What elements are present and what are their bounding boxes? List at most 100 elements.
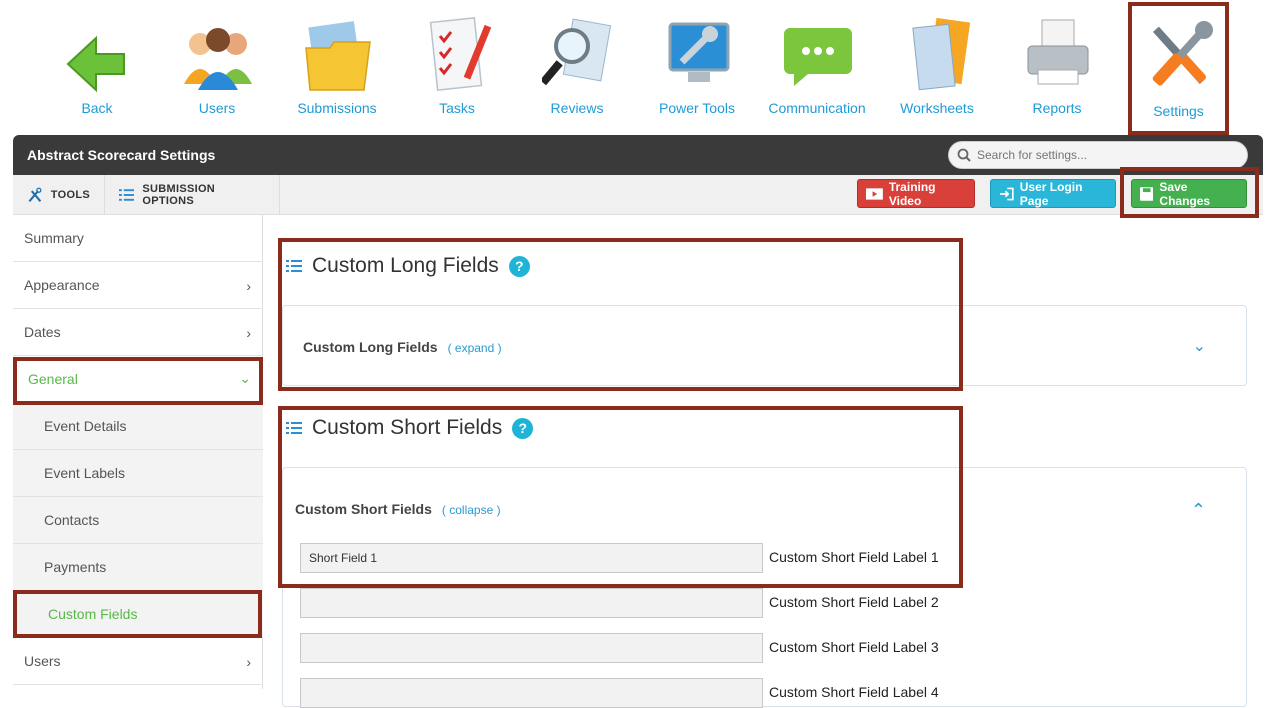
sidebar-item-label: Event Labels	[44, 465, 125, 481]
chat-bubble-icon	[784, 28, 852, 86]
short-field-label: Custom Short Field Label 4	[769, 684, 939, 700]
nav-power-tools[interactable]: Power Tools	[642, 10, 752, 125]
short-field-label: Custom Short Field Label 2	[769, 594, 939, 610]
sidebar-item-label: General	[28, 371, 78, 387]
sidebar-item-appearance[interactable]: Appearance ›	[13, 262, 263, 309]
main-content: Custom Long Fields ? Custom Long Fields (…	[264, 215, 1263, 708]
nav-worksheets[interactable]: Worksheets	[882, 10, 992, 125]
settings-search[interactable]	[948, 141, 1248, 169]
nav-label: Users	[198, 100, 236, 116]
folder-icon	[305, 21, 371, 91]
collapse-link[interactable]: ( collapse )	[442, 503, 501, 517]
training-video-label: Training Video	[888, 179, 936, 208]
help-icon[interactable]: ?	[508, 255, 530, 277]
short-fields-panel-header[interactable]: Custom Short Fields ( collapse )	[295, 501, 501, 517]
chevron-up-icon[interactable]: ⌃	[1191, 500, 1206, 521]
chevron-right-icon: ›	[246, 325, 251, 341]
short-field-input[interactable]	[300, 678, 763, 708]
sidebar-item-label: Event Details	[44, 418, 127, 434]
sidebar-item-users[interactable]: Users ›	[13, 638, 263, 685]
section-title-text: Custom Long Fields	[312, 254, 499, 277]
tools-label: TOOLS	[50, 188, 90, 201]
tools-icon	[1152, 21, 1213, 86]
top-nav: Back Users Submissions Tasks Reviews Pow…	[0, 0, 1273, 135]
short-field-label: Custom Short Field Label 1	[769, 549, 939, 565]
nav-settings[interactable]: Settings	[1128, 2, 1229, 135]
list-icon	[119, 188, 135, 201]
save-changes-button[interactable]: Save Changes	[1131, 179, 1247, 208]
tools-button[interactable]: TOOLS	[13, 175, 105, 214]
monitor-wrench-icon	[668, 22, 730, 82]
sidebar: Summary Appearance › Dates › General ⌄ Even…	[13, 215, 263, 689]
short-field-input[interactable]	[300, 588, 763, 618]
checklist-icon	[429, 17, 492, 91]
chevron-down-icon: ⌄	[239, 370, 251, 386]
users-icon	[184, 28, 252, 90]
nav-tasks[interactable]: Tasks	[402, 10, 512, 125]
printer-icon	[1027, 19, 1089, 85]
page-title: Abstract Scorecard Settings	[27, 147, 216, 163]
user-login-page-button[interactable]: User Login Page	[990, 179, 1116, 208]
short-fields-section-title: Custom Short Fields ?	[286, 416, 534, 440]
short-field-label: Custom Short Field Label 3	[769, 639, 939, 655]
long-fields-section-title: Custom Long Fields ?	[286, 254, 530, 278]
user-login-page-label: User Login Page	[1019, 179, 1083, 208]
sidebar-item-custom-fields[interactable]: Custom Fields	[13, 591, 263, 638]
panel-title: Custom Long Fields	[303, 339, 438, 355]
sidebar-item-payments[interactable]: Payments	[13, 544, 263, 591]
panel-title: Custom Short Fields	[295, 501, 432, 517]
sidebar-item-label: Payments	[44, 559, 107, 575]
nav-label: Reports	[1032, 100, 1082, 116]
short-field-input[interactable]	[300, 543, 763, 573]
sidebar-item-event-details[interactable]: Event Details	[13, 403, 263, 450]
sidebar-item-label: Custom Fields	[48, 606, 138, 622]
sidebar-item-label: Users	[24, 653, 61, 669]
nav-label: Reviews	[550, 100, 604, 116]
nav-reports[interactable]: Reports	[1002, 10, 1112, 125]
video-icon	[866, 187, 883, 200]
long-fields-panel-header[interactable]: Custom Long Fields ( expand )	[303, 339, 502, 355]
magnifier-icon	[542, 18, 612, 86]
list-icon	[286, 260, 302, 272]
nav-communication[interactable]: Communication	[762, 10, 872, 125]
sidebar-item-label: Appearance	[24, 277, 100, 293]
section-title-text: Custom Short Fields	[312, 416, 503, 439]
list-icon	[286, 422, 302, 434]
sidebar-item-event-labels[interactable]: Event Labels	[13, 450, 263, 497]
chevron-down-icon[interactable]: ⌄	[1193, 336, 1206, 356]
nav-label: Submissions	[297, 100, 377, 116]
nav-submissions[interactable]: Submissions	[282, 10, 392, 125]
sidebar-item-contacts[interactable]: Contacts	[13, 497, 263, 544]
nav-label: Settings	[1153, 103, 1204, 119]
long-fields-panel: Custom Long Fields ( expand ) ⌄	[282, 305, 1247, 386]
search-input[interactable]	[977, 146, 1237, 164]
short-fields-panel: Custom Short Fields ( collapse ) ⌃ Custom…	[282, 467, 1247, 708]
nav-label: Communication	[768, 100, 866, 116]
save-changes-label: Save Changes	[1159, 179, 1211, 208]
chevron-right-icon: ›	[246, 278, 251, 294]
short-field-input[interactable]	[300, 633, 763, 663]
sign-in-icon	[999, 187, 1014, 200]
training-video-button[interactable]: Training Video	[857, 179, 975, 208]
submission-options-label: SUBMISSION OPTIONS	[142, 182, 216, 207]
sidebar-item-general[interactable]: General ⌄	[13, 356, 263, 403]
tools-icon	[28, 187, 42, 202]
search-icon	[957, 148, 971, 162]
submission-options-button[interactable]: SUBMISSION OPTIONS	[105, 175, 280, 214]
nav-label: Worksheets	[900, 100, 974, 116]
nav-reviews[interactable]: Reviews	[522, 10, 632, 125]
nav-label: Back	[81, 100, 113, 116]
sidebar-item-summary[interactable]: Summary	[13, 215, 263, 262]
worksheets-icon	[912, 17, 971, 91]
settings-title-bar: Abstract Scorecard Settings	[13, 135, 1263, 175]
sidebar-item-dates[interactable]: Dates ›	[13, 309, 263, 356]
toolbar: TOOLS SUBMISSION OPTIONS Training Video …	[13, 175, 1263, 215]
sidebar-item-label: Contacts	[44, 512, 100, 528]
help-icon[interactable]: ?	[512, 417, 534, 439]
nav-back[interactable]: Back	[42, 10, 152, 125]
sidebar-item-label: Dates	[24, 324, 61, 340]
nav-label: Power Tools	[658, 100, 735, 116]
expand-link[interactable]: ( expand )	[448, 341, 502, 355]
save-icon	[1140, 186, 1154, 201]
nav-users[interactable]: Users	[162, 10, 272, 125]
